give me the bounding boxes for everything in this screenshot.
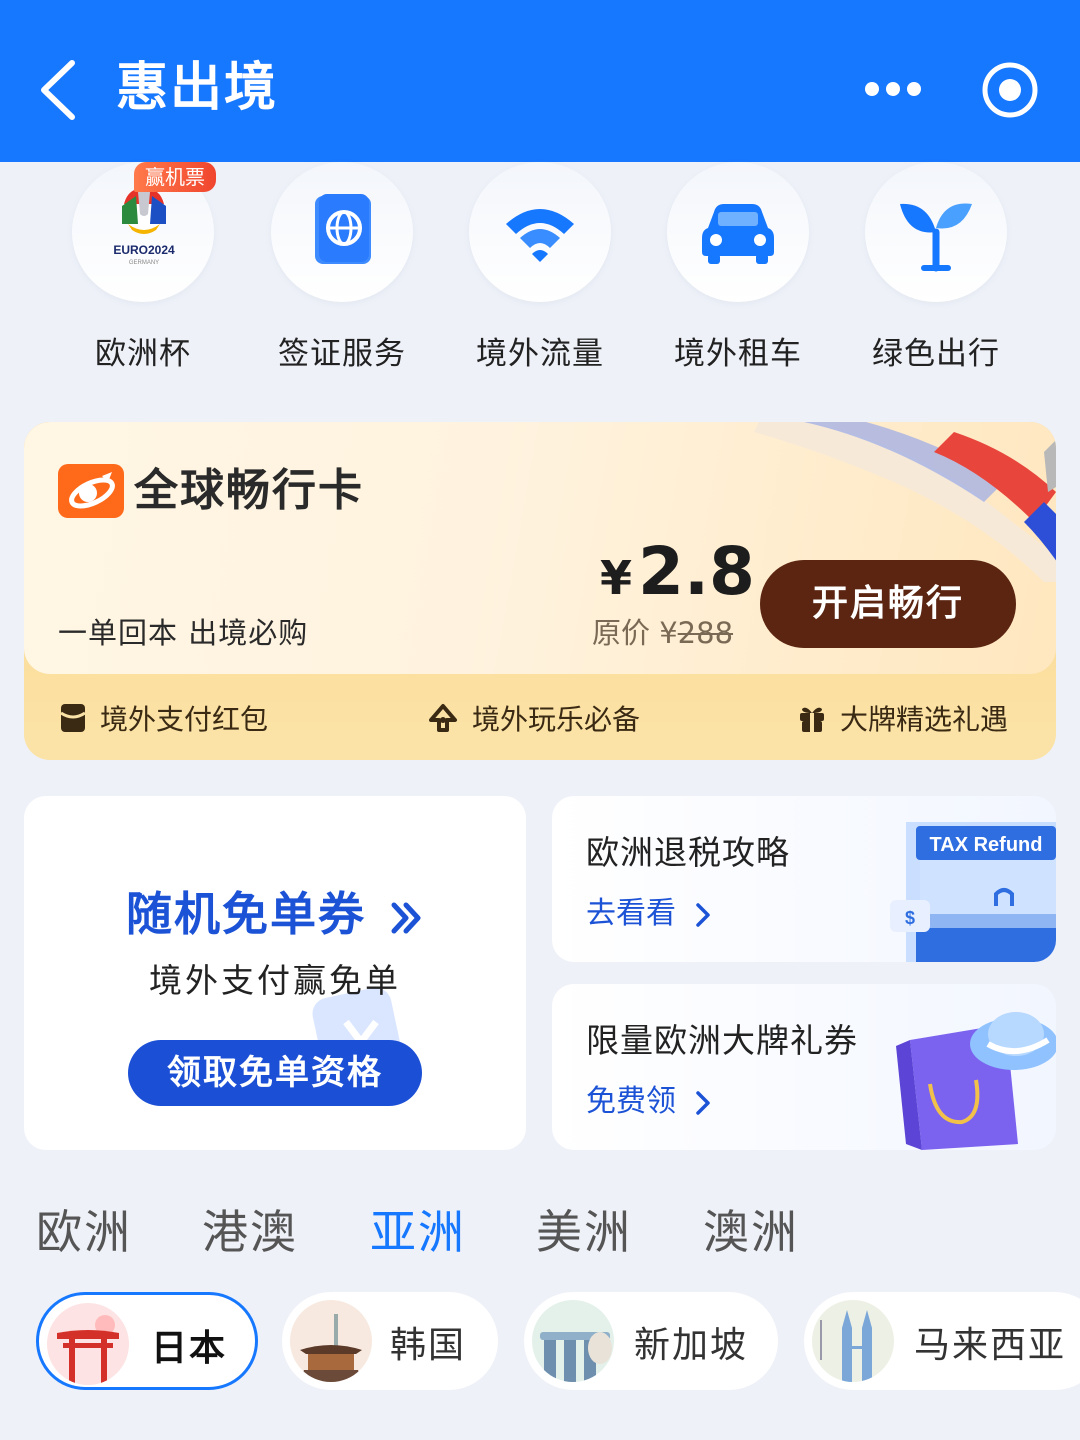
country-name: 韩国	[390, 1325, 467, 1366]
quick-services: EURO2024 GERMANY 欧洲杯 签证服务 境外流量 境外租车 绿色出行	[0, 162, 1080, 392]
tax-refund-card[interactable]: 欧洲退税攻略 去看看 TAX Refund $	[552, 796, 1056, 962]
service-visa[interactable]: 签证服务	[247, 162, 437, 392]
svg-text:EURO2024: EURO2024	[113, 243, 175, 257]
perk-label: 境外支付红包	[100, 703, 269, 736]
car-icon	[667, 162, 809, 302]
global-card-title: 全球畅行卡	[134, 465, 364, 516]
japan-torii-thumbnail	[47, 1303, 129, 1385]
price-value: 2.8	[638, 533, 755, 610]
perk-red-packet[interactable]: 境外支付红包	[60, 700, 268, 736]
malaysia-towers-thumbnail	[812, 1300, 894, 1382]
svg-text:$: $	[905, 908, 915, 928]
country-japan[interactable]: 日本	[36, 1292, 258, 1390]
original-price-label: 原价 ¥	[592, 616, 678, 650]
service-data-roaming[interactable]: 境外流量	[445, 162, 635, 392]
service-label: 欧洲杯	[95, 336, 191, 372]
sprout-icon	[865, 162, 1007, 302]
country-list: 日本 韩国 新加坡 马来西亚	[0, 1292, 1080, 1392]
perk-brand-gifts[interactable]: 大牌精选礼遇	[798, 700, 1008, 736]
tax-refund-illustration: TAX Refund $	[890, 822, 1056, 962]
coupon-subtitle: 境外支付赢免单	[149, 961, 401, 1000]
perk-entertainment[interactable]: 境外玩乐必备	[428, 700, 640, 736]
perks-strip: 境外支付红包 境外玩乐必备 大牌精选礼遇	[24, 674, 1056, 760]
perk-label: 大牌精选礼遇	[840, 703, 1009, 736]
brand-coupon-link[interactable]: 免费领	[586, 1076, 712, 1120]
service-car-rental[interactable]: 境外租车	[643, 162, 833, 392]
start-travel-button[interactable]: 开启畅行	[760, 560, 1016, 648]
tab-americas[interactable]: 美洲	[536, 1196, 632, 1262]
tab-asia[interactable]: 亚洲	[370, 1196, 466, 1262]
gift-icon	[800, 707, 824, 732]
page-title: 惠出境	[116, 58, 279, 118]
currency-symbol: ¥	[600, 551, 633, 605]
tab-hk-macau[interactable]: 港澳	[202, 1196, 298, 1262]
double-chevron-right-icon	[391, 902, 421, 933]
balloon-icon	[429, 704, 457, 732]
more-options-icon[interactable]	[862, 72, 924, 106]
country-malaysia[interactable]: 马来西亚	[804, 1292, 1080, 1390]
red-packet-icon	[60, 704, 86, 732]
original-price: 原价 ¥288	[592, 610, 733, 652]
tax-refund-link-text: 去看看	[586, 896, 676, 931]
service-label: 境外租车	[674, 336, 802, 372]
chevron-right-icon	[695, 902, 710, 927]
global-card-logo-icon	[58, 464, 124, 518]
country-name: 马来西亚	[914, 1325, 1067, 1366]
passport-icon	[271, 162, 413, 302]
global-travel-card-main: 全球畅行卡 ¥2.8 原价 ¥288 一单回本 出境必购 开启畅行	[24, 422, 1056, 674]
coupon-title: 随机免单券	[24, 878, 526, 944]
tax-refund-sign-text: TAX Refund	[930, 834, 1043, 856]
service-label: 境外流量	[476, 336, 604, 372]
region-tabs: 欧洲 港澳 亚洲 美洲 澳洲	[0, 1196, 1080, 1266]
country-name: 新加坡	[634, 1325, 749, 1366]
svg-text:GERMANY: GERMANY	[129, 260, 159, 266]
korea-palace-thumbnail	[290, 1300, 372, 1382]
flag-ribbon-decoration	[754, 422, 1056, 582]
country-singapore[interactable]: 新加坡	[524, 1292, 778, 1390]
current-price: ¥2.8	[600, 534, 755, 616]
tax-refund-link[interactable]: 去看看	[586, 888, 712, 932]
shopping-bag-illustration	[896, 1012, 1056, 1150]
coupon-title-text: 随机免单券	[125, 887, 366, 941]
brand-coupon-card[interactable]: 限量欧洲大牌礼券 免费领	[552, 984, 1056, 1150]
chevron-right-icon	[695, 1090, 710, 1115]
service-euro-cup[interactable]: EURO2024 GERMANY 欧洲杯	[48, 162, 238, 392]
perk-label: 境外玩乐必备	[472, 703, 641, 736]
back-icon[interactable]	[30, 55, 90, 125]
global-card-subtitle: 一单回本 出境必购	[58, 616, 309, 650]
tax-refund-title: 欧洲退税攻略	[586, 833, 790, 872]
original-price-value: 288	[677, 616, 734, 650]
top-bar: 惠出境	[0, 0, 1080, 162]
country-korea[interactable]: 韩国	[282, 1292, 498, 1390]
singapore-skyline-thumbnail	[532, 1300, 614, 1382]
wifi-icon	[469, 162, 611, 302]
claim-free-order-button[interactable]: 领取免单资格	[128, 1040, 422, 1106]
country-name: 日本	[151, 1328, 228, 1369]
close-miniapp-icon[interactable]	[980, 60, 1040, 120]
tab-europe[interactable]: 欧洲	[36, 1196, 132, 1262]
brand-coupon-title: 限量欧洲大牌礼券	[586, 1021, 858, 1060]
free-order-coupon-card[interactable]: 随机免单券 境外支付赢免单 领取免单资格	[24, 796, 526, 1150]
service-green-travel[interactable]: 绿色出行	[841, 162, 1031, 392]
tab-oceania[interactable]: 澳洲	[703, 1196, 799, 1262]
global-travel-card[interactable]: 全球畅行卡 ¥2.8 原价 ¥288 一单回本 出境必购 开启畅行 境外支付红包…	[24, 422, 1056, 760]
service-label: 签证服务	[278, 336, 406, 372]
win-ticket-badge: 赢机票	[134, 162, 216, 192]
service-label: 绿色出行	[872, 336, 1000, 372]
brand-coupon-link-text: 免费领	[586, 1084, 676, 1119]
